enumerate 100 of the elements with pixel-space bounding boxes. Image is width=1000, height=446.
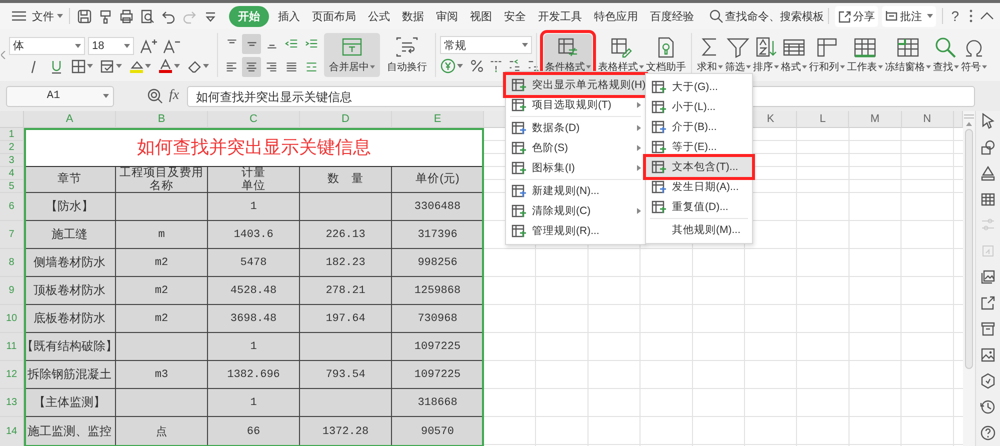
hexagon-icon[interactable] — [980, 373, 996, 389]
number-format-field[interactable]: 常规 — [440, 36, 532, 54]
column-header[interactable]: N — [902, 111, 954, 128]
cell-style-icon[interactable] — [100, 58, 115, 74]
table-cell: m3 — [116, 361, 208, 389]
font-size-field[interactable]: 18 — [88, 36, 134, 54]
merge-cells-icon — [340, 36, 364, 58]
underline-icon[interactable] — [49, 58, 64, 74]
menu-item[interactable]: 数据条(D) — [506, 118, 645, 138]
table-cell: 【防水】 — [24, 193, 116, 221]
scrollbar-thumb[interactable] — [965, 129, 973, 369]
menu-item[interactable]: 发生日期(A)... — [646, 177, 752, 197]
toolbar-button[interactable]: 格式 — [780, 34, 808, 76]
paint-bucket-icon[interactable] — [980, 165, 996, 181]
menu-item[interactable]: 大于(G)... — [646, 77, 752, 97]
align-center-icon[interactable] — [242, 56, 261, 76]
print-icon[interactable] — [119, 8, 134, 24]
undo-icon[interactable] — [161, 8, 176, 24]
ribbon-tab[interactable]: 页面布局 — [307, 6, 361, 26]
menu-item[interactable]: 清除规则(C) — [506, 201, 645, 221]
save-icon[interactable] — [77, 8, 92, 24]
scroll-up-icon[interactable] — [966, 122, 972, 126]
borders-icon[interactable] — [71, 58, 86, 74]
column-header[interactable]: L — [797, 111, 850, 128]
ribbon-tab[interactable]: 百度经验 — [645, 6, 699, 26]
split-handle-icon[interactable] — [964, 114, 974, 119]
table-cell: 317396 — [392, 221, 484, 249]
menu-item[interactable]: 图标集(I) — [506, 158, 645, 178]
toolbar-button[interactable]: 符号 — [960, 34, 988, 76]
menu-item[interactable]: 其他规则(M)... — [646, 220, 752, 240]
align-middle-icon[interactable] — [242, 34, 261, 54]
toolbar-button[interactable]: 表格样式 — [597, 34, 645, 76]
table-icon[interactable] — [980, 191, 996, 207]
font-name-field[interactable]: 体 — [9, 36, 85, 54]
menu-item[interactable]: 突出显示单元格规则(H) — [506, 75, 645, 95]
image-icon[interactable] — [980, 347, 996, 363]
font-color-icon[interactable] — [158, 58, 173, 74]
function-label[interactable]: fx — [169, 88, 180, 104]
file-menu[interactable]: 文件 — [30, 6, 65, 26]
table-cell: 226.13 — [300, 221, 392, 249]
shapes-icon[interactable] — [980, 139, 996, 155]
table-cell: m2 — [116, 249, 208, 277]
ribbon-tab[interactable]: 公式 — [363, 6, 395, 26]
sliders-icon[interactable] — [980, 217, 996, 233]
table-cell: 施工监测、监控 — [24, 417, 116, 446]
collapse-icon[interactable] — [980, 12, 994, 20]
ribbon-tab[interactable]: 视图 — [465, 6, 497, 26]
share-icon — [838, 10, 852, 22]
ribbon-tab[interactable]: 插入 — [273, 6, 305, 26]
menu-item[interactable]: 色阶(S) — [506, 138, 645, 158]
more-icon[interactable] — [969, 9, 973, 23]
format-painter-icon[interactable] — [98, 8, 113, 24]
wrap-text-button[interactable]: 自动换行 — [383, 34, 431, 76]
toolbar-button[interactable]: 文档助手 — [645, 34, 687, 76]
toolbar-button[interactable]: 冻结窗格 — [884, 34, 932, 76]
toolbar-button[interactable]: 查找 — [932, 34, 960, 76]
toolbar-button[interactable]: 求和 — [696, 34, 724, 76]
zoom-icon[interactable] — [147, 88, 163, 104]
comment-button[interactable]: 批注 — [882, 6, 936, 26]
decrease-font-icon[interactable] — [162, 38, 180, 54]
menu-item[interactable]: 重复值(D)... — [646, 197, 752, 217]
search-button[interactable]: 查找命令、搜索模板 — [709, 8, 824, 24]
share-button[interactable]: 分享 — [835, 6, 878, 26]
menu-item[interactable]: 管理规则(R)... — [506, 221, 645, 241]
image-gallery-icon[interactable] — [980, 269, 996, 285]
column-heading: 章节 — [24, 167, 116, 193]
ribbon-tab[interactable]: 特色应用 — [589, 6, 643, 26]
ribbon-tab[interactable]: 开发工具 — [533, 6, 587, 26]
toolbar-button[interactable]: 工作表 — [846, 34, 884, 76]
rows-columns-icon — [815, 36, 839, 58]
menu-item[interactable]: 等于(E)... — [646, 137, 752, 157]
toolbar-button[interactable]: 行和列 — [808, 34, 846, 76]
column-header[interactable]: M — [849, 111, 902, 128]
increase-font-icon[interactable] — [139, 38, 157, 54]
fill-color-icon[interactable] — [129, 58, 144, 74]
table-cell: 1259868 — [392, 277, 484, 305]
currency-icon[interactable] — [440, 58, 456, 74]
menu-item[interactable]: 项目选取规则(T) — [506, 95, 645, 115]
merge-center-button[interactable]: 合并居中 — [324, 33, 380, 77]
history-icon[interactable] — [980, 399, 996, 415]
percent-icon[interactable] — [470, 58, 484, 74]
ribbon-tab[interactable]: 数据 — [397, 6, 429, 26]
table-cell: 3306488 — [392, 193, 484, 221]
print-preview-icon[interactable] — [140, 8, 155, 24]
share-icon[interactable] — [980, 295, 996, 311]
scroll-left-icon[interactable] — [1, 51, 6, 59]
cursor-icon[interactable] — [980, 113, 996, 129]
help-icon[interactable] — [980, 425, 996, 441]
ribbon-tab[interactable]: 安全 — [499, 6, 531, 26]
menu-icon[interactable] — [12, 10, 26, 22]
menu-item[interactable]: 新建规则(N)... — [506, 181, 645, 201]
toolbar-button[interactable]: 排序 — [752, 34, 780, 76]
eraser-icon[interactable] — [187, 58, 202, 74]
menu-item[interactable]: 文本包含(T)... — [646, 157, 752, 177]
name-box[interactable]: A1 — [6, 86, 114, 106]
help-button[interactable]: ? — [951, 8, 959, 24]
archive-icon[interactable] — [980, 321, 996, 337]
ribbon-tab[interactable]: 审阅 — [431, 6, 463, 26]
table-cell: 1 — [208, 389, 300, 417]
toolbar-button[interactable]: 筛选 — [724, 34, 752, 76]
